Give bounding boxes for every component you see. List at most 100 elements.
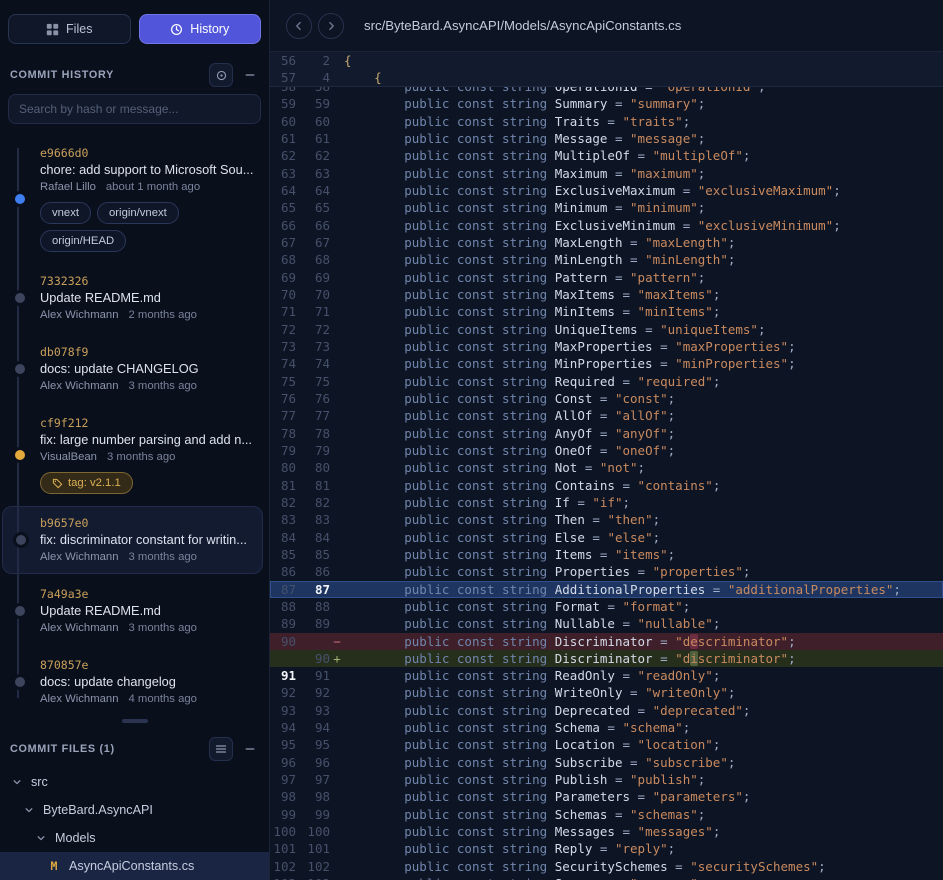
code-line[interactable]: 71 71 public const string MinItems = "min…	[270, 303, 943, 320]
new-line-number: 62	[314, 148, 330, 164]
semicolon-token: ;	[742, 702, 751, 718]
code-line[interactable]: 62 62 public const string MultipleOf = "m…	[270, 147, 943, 164]
file-tree-folder[interactable]: src	[0, 768, 269, 796]
ref-badge[interactable]: origin/HEAD	[40, 230, 127, 252]
code-line[interactable]: 63 63 public const string Maximum = "maxi…	[270, 165, 943, 182]
code-line[interactable]: 85 85 public const string Items = "items"…	[270, 546, 943, 563]
operator-token: =	[630, 148, 653, 164]
code-line[interactable]: 61 61 public const string Message = "mess…	[270, 130, 943, 147]
operator-token: =	[614, 477, 638, 493]
code-line[interactable]: 79 79 public const string OneOf = "oneOf"…	[270, 442, 943, 459]
diff-marker	[330, 373, 344, 390]
code-line[interactable]: 87 87 public const string AdditionalPrope…	[270, 580, 943, 598]
file-tree-folder[interactable]: ByteBard.AsyncAPI	[0, 796, 269, 824]
code-line[interactable]: 60 60 public const string Traits = "trait…	[270, 113, 943, 130]
code-line[interactable]: 90 + public const string Discriminator = …	[270, 649, 943, 668]
code-line[interactable]: 90 − public const string Discriminator = …	[270, 632, 943, 650]
sticky-code-line[interactable]: 57 4 {	[270, 69, 943, 86]
code-line[interactable]: 76 76 public const string Const = "const"…	[270, 390, 943, 407]
diff-marker	[330, 823, 344, 840]
code-line[interactable]: 70 70 public const string MaxItems = "max…	[270, 286, 943, 303]
code-line[interactable]: 103103 public const string Servers = "se…	[270, 875, 943, 880]
diff-marker	[330, 52, 344, 69]
keyword-token: public const string	[404, 408, 548, 424]
commit-item[interactable]: b9657e0 fix: discriminator constant for w…	[2, 506, 263, 574]
tab-files[interactable]: Files	[8, 14, 131, 44]
code-line[interactable]: 92 92 public const string WriteOnly = "wr…	[270, 684, 943, 701]
code-line[interactable]: 102 102 public const string SecuritySchem…	[270, 858, 943, 875]
code-line[interactable]: 73 73 public const string MaxProperties =…	[270, 338, 943, 355]
code-line[interactable]: 74 74 public const string MinProperties =…	[270, 355, 943, 372]
code-line[interactable]: 64 64 public const string ExclusiveMaximu…	[270, 182, 943, 199]
diff-marker	[330, 546, 344, 563]
tab-history[interactable]: History	[138, 14, 261, 44]
old-line-number: 91	[280, 668, 296, 684]
code-line[interactable]: 68 68 public const string MinLength = "mi…	[270, 251, 943, 268]
code-line[interactable]: 66 66 public const string ExclusiveMinimu…	[270, 217, 943, 234]
commit-search-input[interactable]	[8, 94, 261, 124]
main-panel: src/ByteBard.AsyncAPI/Models/AsyncApiCon…	[270, 0, 943, 880]
commit-item[interactable]: e9666d0 chore: add support to Microsoft S…	[2, 136, 263, 261]
sticky-code-line[interactable]: 56 2 {	[270, 52, 943, 69]
commit-item[interactable]: 870857e docs: update changelog Alex Wichma…	[2, 648, 263, 710]
code-line[interactable]: 83 83 public const string Then = "then";	[270, 511, 943, 528]
view-mode-button[interactable]	[209, 737, 233, 761]
new-line-number: 67	[314, 234, 330, 250]
code-line[interactable]: 69 69 public const string Pattern = "patt…	[270, 269, 943, 286]
diff-marker	[330, 684, 344, 701]
code-line[interactable]: 59 59 public const string Summary = "summ…	[270, 95, 943, 112]
code-line[interactable]: 65 65 public const string Minimum = "mini…	[270, 199, 943, 216]
commit-item[interactable]: db078f9 docs: update CHANGELOG Alex Wichma…	[2, 335, 263, 403]
code-text: public const string ExclusiveMaximum = "…	[344, 182, 943, 199]
back-button[interactable]	[286, 12, 312, 39]
identifier-token: MinProperties	[554, 356, 653, 372]
operator-token: =	[592, 408, 615, 424]
code-line[interactable]: 67 67 public const string MaxLength = "ma…	[270, 234, 943, 251]
file-tree-folder[interactable]: Models	[0, 824, 269, 852]
code-line[interactable]: 95 95 public const string Location = "loc…	[270, 736, 943, 753]
code-line[interactable]: 78 78 public const string AnyOf = "anyOf"…	[270, 425, 943, 442]
code-line[interactable]: 88 88 public const string Format = "forma…	[270, 598, 943, 615]
tag-badge[interactable]: tag: v2.1.1	[40, 472, 133, 494]
code-line[interactable]: 82 82 public const string If = "if";	[270, 494, 943, 511]
code-line[interactable]: 99 99 public const string Schemas = "sche…	[270, 806, 943, 823]
code-line[interactable]: 98 98 public const string Parameters = "p…	[270, 788, 943, 805]
code-line[interactable]: 91 91 public const string ReadOnly = "rea…	[270, 667, 943, 684]
code-line[interactable]: 84 84 public const string Else = "else";	[270, 529, 943, 546]
code-text: public const string Publish = "publish";	[344, 771, 943, 788]
code-line[interactable]: 93 93 public const string Deprecated = "d…	[270, 702, 943, 719]
follow-target-button[interactable]	[209, 63, 233, 87]
commit-item[interactable]: 7a49a3e Update README.md Alex Wichmann 3 mo…	[2, 577, 263, 645]
ref-badge[interactable]: origin/vnext	[97, 202, 179, 224]
new-line-number: 74	[314, 356, 330, 372]
code-line[interactable]: 81 81 public const string Contains = "con…	[270, 477, 943, 494]
code-line[interactable]: 77 77 public const string AllOf = "allOf"…	[270, 407, 943, 424]
code-line[interactable]: 80 80 public const string Not = "not";	[270, 459, 943, 476]
panel-resize-handle[interactable]	[121, 719, 148, 723]
code-line[interactable]: 94 94 public const string Schema = "schem…	[270, 719, 943, 736]
code-line[interactable]: 75 75 public const string Required = "req…	[270, 373, 943, 390]
code-line[interactable]: 86 86 public const string Properties = "p…	[270, 563, 943, 580]
collapse-files-button[interactable]	[241, 740, 259, 758]
code-line[interactable]: 72 72 public const string UniqueItems = "…	[270, 321, 943, 338]
code-line[interactable]: 89 89 public const string Nullable = "nul…	[270, 615, 943, 632]
commit-item[interactable]: cf9f212 fix: large number parsing and add…	[2, 406, 263, 503]
commit-message: Update README.md	[40, 603, 161, 618]
collapse-history-button[interactable]	[241, 66, 259, 84]
commit-graph-dot	[15, 677, 25, 687]
keyword-token: public const string	[404, 460, 548, 476]
identifier-token: Discriminator	[554, 650, 653, 666]
code-line[interactable]: 100 100 public const string Messages = "m…	[270, 823, 943, 840]
commit-item[interactable]: 7332326 Update README.md Alex Wichmann 2 mo…	[2, 264, 263, 332]
forward-button[interactable]	[318, 12, 344, 39]
code-line[interactable]: 96 96 public const string Subscribe = "su…	[270, 754, 943, 771]
new-line-number: 89	[314, 616, 330, 632]
identifier-token: Location	[554, 737, 615, 753]
identifier-token: MultipleOf	[554, 148, 631, 164]
code-line[interactable]: 101 101 public const string Reply = "repl…	[270, 840, 943, 857]
code-line[interactable]: 97 97 public const string Publish = "publ…	[270, 771, 943, 788]
ref-badge[interactable]: vnext	[40, 202, 92, 224]
file-tree-file[interactable]: M AsyncApiConstants.cs	[0, 852, 269, 880]
new-line-number: 69	[314, 269, 330, 285]
identifier-token: Required	[554, 373, 615, 389]
